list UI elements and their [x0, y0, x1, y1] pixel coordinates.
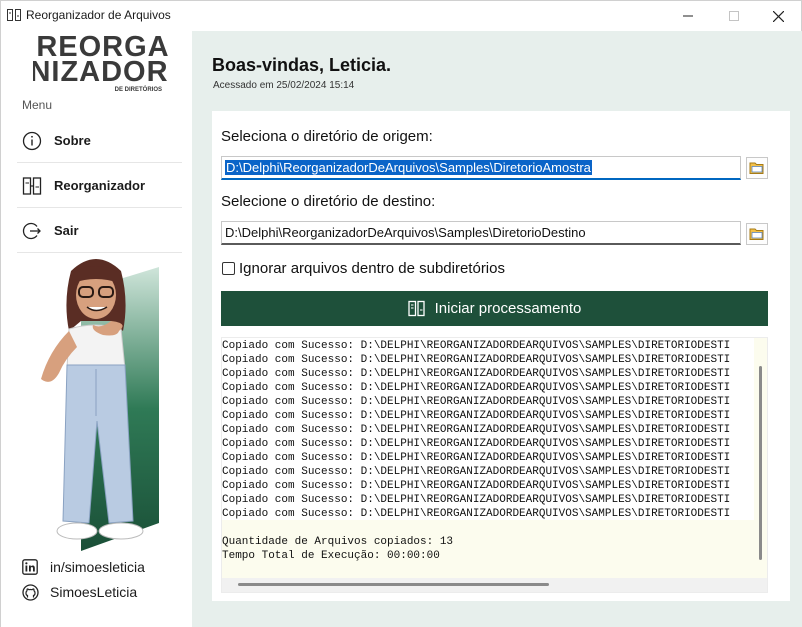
log-lines: Copiado com Sucesso: D:\DELPHI\REORGANIZ… [222, 338, 754, 578]
menu-item-reorganizador[interactable]: Reorganizador [17, 164, 182, 208]
start-button-label: Iniciar processamento [434, 300, 582, 317]
github-link[interactable]: SimoesLeticia [21, 583, 137, 601]
log-line: Copiado com Sucesso: D:\DELPHI\REORGANIZ… [222, 368, 731, 380]
menu-item-sobre[interactable]: Sobre [17, 119, 182, 163]
log-line: Copiado com Sucesso: D:\DELPHI\REORGANIZ… [222, 452, 731, 464]
origin-path-input[interactable]: D:\Delphi\ReorganizadorDeArquivos\Sample… [221, 156, 741, 180]
log-line: Copiado com Sucesso: D:\DELPHI\REORGANIZ… [222, 382, 731, 394]
start-processing-button[interactable]: Iniciar processamento [221, 291, 768, 326]
log-line: Copiado com Sucesso: D:\DELPHI\REORGANIZ… [222, 340, 731, 352]
horizontal-scrollbar[interactable] [238, 583, 549, 586]
log-line: Copiado com Sucesso: D:\DELPHI\REORGANIZ… [222, 354, 731, 366]
svg-text:DE DIRETÓRIOS: DE DIRETÓRIOS [115, 85, 162, 93]
close-button[interactable] [755, 1, 801, 31]
character-illustration [41, 259, 159, 551]
log-output[interactable]: Copiado com Sucesso: D:\DELPHI\REORGANIZ… [221, 337, 768, 593]
browse-dest-button[interactable] [746, 223, 768, 245]
log-line: Copiado com Sucesso: D:\DELPHI\REORGANIZ… [222, 480, 731, 492]
process-icon [407, 300, 425, 317]
menu-caption: Menu [22, 98, 53, 112]
log-line: Copiado com Sucesso: D:\DELPHI\REORGANIZ… [222, 424, 731, 436]
maximize-button[interactable] [711, 1, 757, 31]
access-timestamp: Acessado em 25/02/2024 15:14 [213, 80, 355, 91]
checkbox-label: Ignorar arquivos dentro de subdiretórios [239, 260, 505, 277]
log-summary-time: Tempo Total de Execução: 00:00:00 [222, 550, 440, 562]
app-icon [7, 9, 21, 21]
log-line: Copiado com Sucesso: D:\DELPHI\REORGANIZ… [222, 494, 731, 506]
origin-label: Seleciona o diretório de origem: [221, 128, 433, 145]
log-line: Copiado com Sucesso: D:\DELPHI\REORGANIZ… [222, 396, 731, 408]
close-icon [772, 10, 784, 22]
linkedin-icon [21, 558, 39, 576]
window-title: Reorganizador de Arquivos [26, 8, 171, 22]
github-label: SimoesLeticia [50, 584, 138, 600]
menu-item-label: Reorganizador [54, 178, 146, 193]
checkbox-box[interactable] [222, 262, 235, 275]
log-line: Copiado com Sucesso: D:\DELPHI\REORGANIZ… [222, 410, 731, 422]
title-bar: Reorganizador de Arquivos [1, 1, 801, 31]
menu-item-label: Sair [54, 223, 79, 238]
folder-open-icon [749, 162, 764, 174]
origin-path-value: D:\Delphi\ReorganizadorDeArquivos\Sample… [225, 160, 592, 175]
linkedin-link[interactable]: in/simoesleticia [21, 558, 145, 576]
log-line: Copiado com Sucesso: D:\DELPHI\REORGANIZ… [222, 508, 731, 520]
welcome-heading: Boas-vindas, Leticia. [212, 55, 392, 75]
dest-path-input[interactable]: D:\Delphi\ReorganizadorDeArquivos\Sample… [221, 221, 741, 245]
github-icon [21, 583, 39, 601]
reorganizer-card: Seleciona o diretório de origem: D:\Delp… [212, 111, 790, 601]
menu-item-sair[interactable]: Sair [17, 209, 182, 253]
folder-open-icon [749, 228, 764, 240]
reorganize-icon [21, 175, 43, 197]
log-blank-line [222, 521, 754, 535]
vertical-scrollbar[interactable] [759, 366, 762, 560]
minimize-button[interactable] [665, 1, 711, 31]
linkedin-label: in/simoesleticia [50, 559, 145, 575]
menu-item-label: Sobre [54, 133, 91, 148]
ignore-subdirs-checkbox[interactable]: Ignorar arquivos dentro de subdiretórios [222, 260, 505, 277]
main-panel: Boas-vindas, Leticia. Acessado em 25/02/… [192, 31, 802, 627]
minimize-icon [683, 15, 693, 17]
app-logo: REORGA NIZADOR DE DIRETÓRIOS [33, 31, 169, 93]
app-window: Reorganizador de Arquivos REORGA NIZADOR… [0, 0, 802, 627]
log-line: Copiado com Sucesso: D:\DELPHI\REORGANIZ… [222, 466, 731, 478]
info-icon [21, 130, 43, 152]
exit-icon [21, 220, 43, 242]
sidebar: REORGA NIZADOR DE DIRETÓRIOS Menu Sobre … [1, 31, 192, 627]
dest-label: Selecione o diretório de destino: [221, 193, 436, 210]
svg-text:NIZADOR: NIZADOR [33, 56, 169, 88]
log-line: Copiado com Sucesso: D:\DELPHI\REORGANIZ… [222, 438, 731, 450]
log-summary-count: Quantidade de Arquivos copiados: 13 [222, 536, 454, 548]
maximize-icon [729, 11, 739, 21]
browse-origin-button[interactable] [746, 157, 768, 179]
